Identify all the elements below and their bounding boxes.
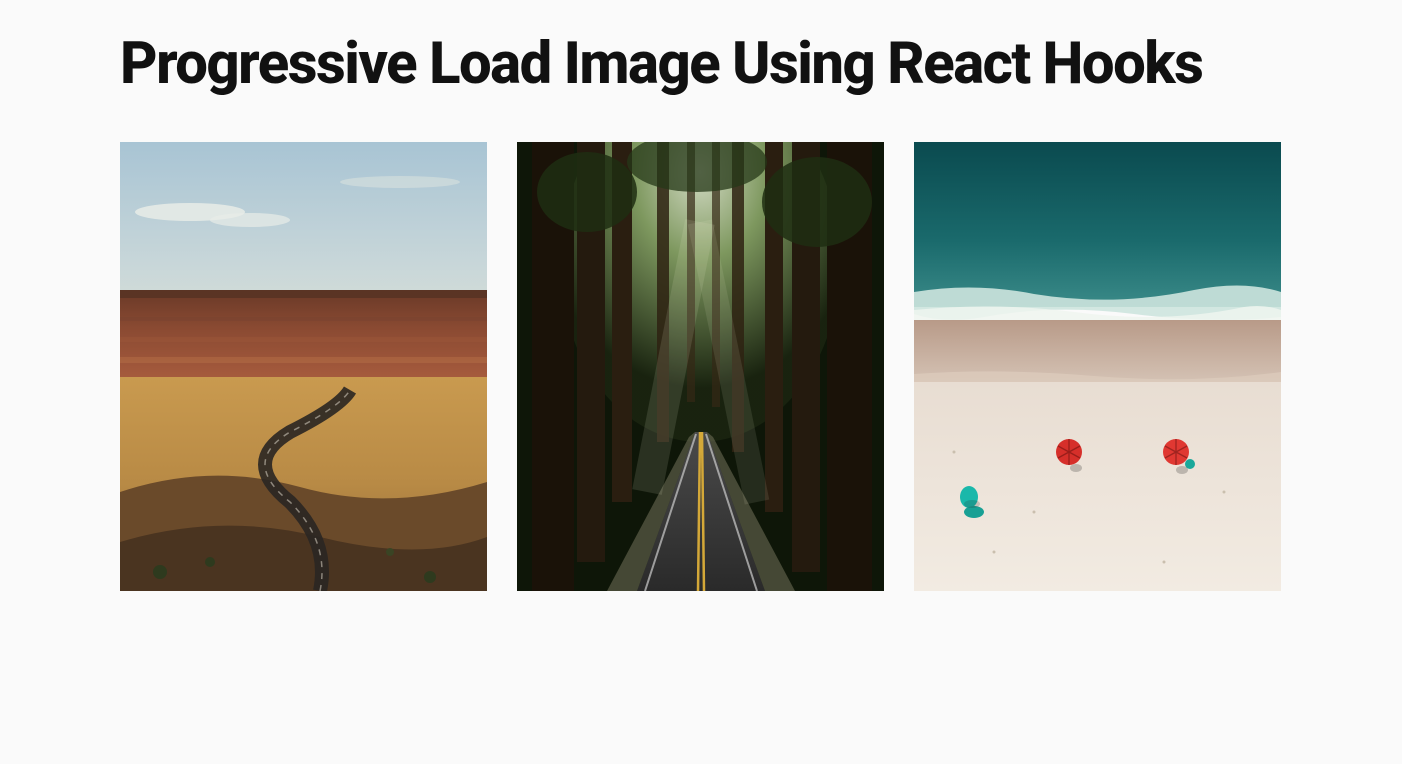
image-grid bbox=[120, 142, 1282, 591]
page-title: Progressive Load Image Using React Hooks bbox=[120, 30, 1282, 98]
page-container: Progressive Load Image Using React Hooks bbox=[0, 0, 1402, 621]
image-card-forest bbox=[517, 142, 884, 591]
image-card-beach bbox=[914, 142, 1281, 591]
desert-image bbox=[120, 142, 487, 591]
image-card-desert bbox=[120, 142, 487, 591]
beach-image bbox=[914, 142, 1281, 591]
forest-image bbox=[517, 142, 884, 591]
